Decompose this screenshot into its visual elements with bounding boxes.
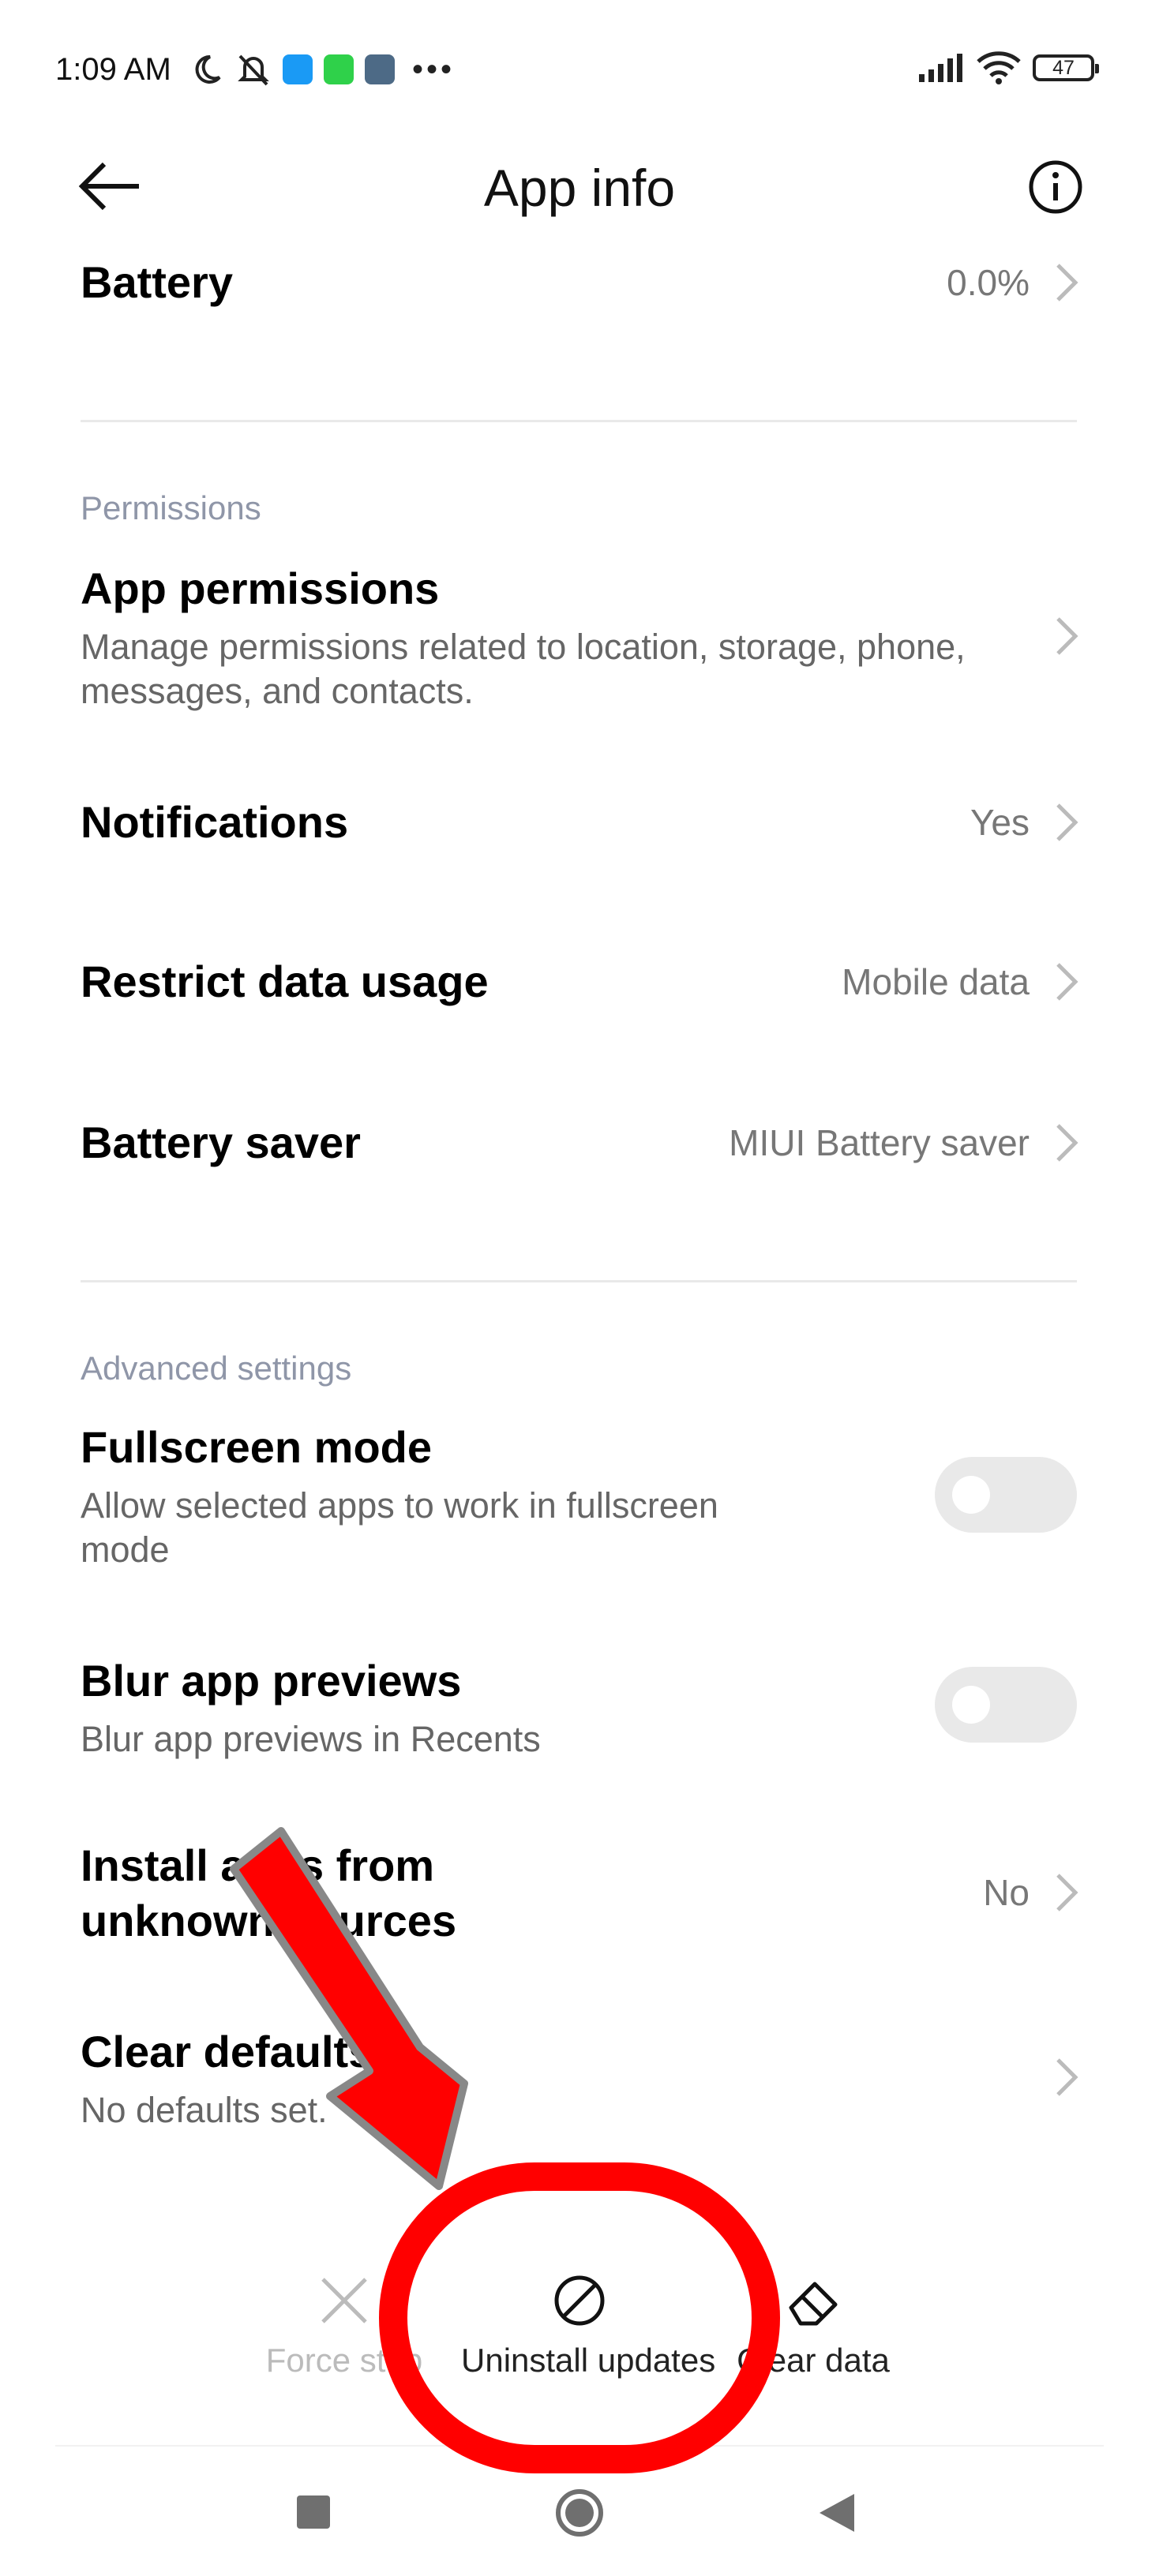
red-annotation-overlay bbox=[230, 1827, 780, 2473]
red-circle-annotation bbox=[379, 2162, 780, 2473]
red-arrow-annotation bbox=[230, 1827, 468, 2190]
